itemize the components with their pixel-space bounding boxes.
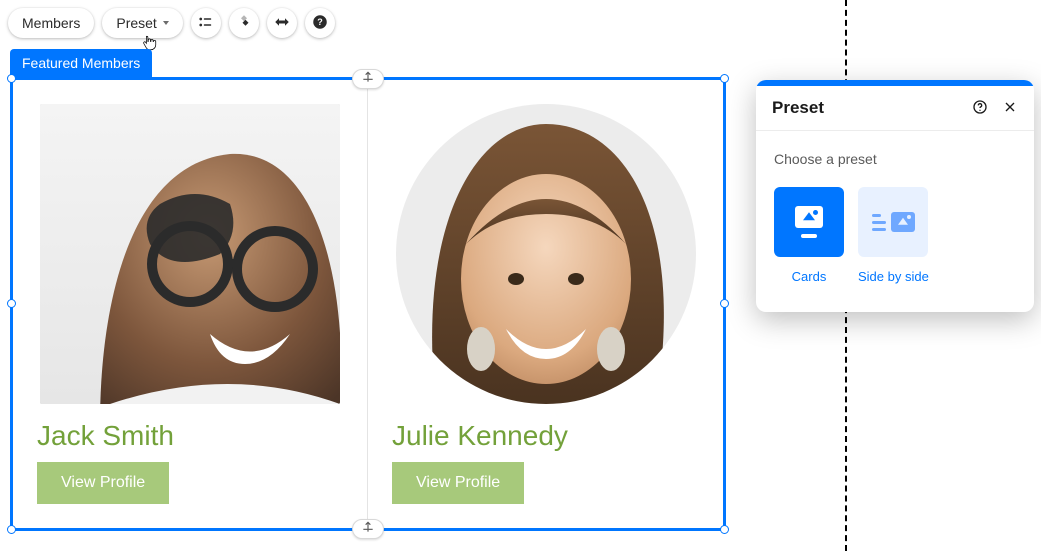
- panel-subtitle: Choose a preset: [774, 151, 1016, 167]
- preset-label: Side by side: [858, 269, 929, 284]
- avatar: [396, 104, 696, 404]
- view-profile-label: View Profile: [61, 474, 145, 491]
- animation-icon: [235, 13, 253, 34]
- preset-option-side-by-side[interactable]: Side by side: [858, 187, 929, 284]
- drag-handle-bottom[interactable]: [352, 519, 384, 539]
- element-tag-label: Featured Members: [22, 55, 140, 71]
- cards-row: Jack Smith View Profile: [13, 80, 723, 528]
- preset-button-label: Preset: [116, 15, 156, 31]
- text-line-icon: [801, 234, 817, 238]
- editor-toolbar: Members Preset ?: [8, 8, 335, 38]
- help-icon: [972, 99, 988, 118]
- stretch-button[interactable]: [267, 8, 297, 38]
- preset-tile: [858, 187, 928, 257]
- members-button[interactable]: Members: [8, 8, 94, 38]
- panel-close-button[interactable]: [1002, 99, 1018, 118]
- stretch-icon: [273, 13, 291, 34]
- help-button[interactable]: ?: [305, 8, 335, 38]
- member-card: Julie Kennedy View Profile: [368, 80, 723, 528]
- preset-button[interactable]: Preset: [102, 8, 182, 38]
- resize-handle[interactable]: [7, 525, 16, 534]
- list-icon: [197, 13, 215, 34]
- element-tag[interactable]: Featured Members: [10, 49, 152, 77]
- drag-icon: [361, 520, 375, 539]
- preset-panel: Preset Choose a preset Cards: [756, 80, 1034, 312]
- view-profile-button[interactable]: View Profile: [37, 462, 169, 504]
- resize-handle[interactable]: [7, 299, 16, 308]
- drag-handle-top[interactable]: [352, 69, 384, 89]
- side-by-side-icon: [872, 212, 915, 232]
- members-widget[interactable]: Jack Smith View Profile: [10, 77, 726, 531]
- panel-title: Preset: [772, 98, 972, 118]
- member-name: Julie Kennedy: [392, 420, 699, 452]
- panel-header: Preset: [756, 86, 1034, 131]
- resize-handle[interactable]: [720, 299, 729, 308]
- panel-help-button[interactable]: [972, 99, 988, 118]
- preset-label: Cards: [774, 269, 844, 284]
- animation-button[interactable]: [229, 8, 259, 38]
- panel-body: Choose a preset Cards Side by side: [756, 131, 1034, 312]
- member-card: Jack Smith View Profile: [13, 80, 368, 528]
- view-profile-button[interactable]: View Profile: [392, 462, 524, 504]
- chevron-down-icon: [163, 21, 169, 25]
- svg-text:?: ?: [317, 17, 323, 27]
- resize-handle[interactable]: [7, 74, 16, 83]
- avatar: [40, 104, 340, 404]
- resize-handle[interactable]: [720, 74, 729, 83]
- close-icon: [1002, 99, 1018, 118]
- members-button-label: Members: [22, 15, 80, 31]
- preset-option-cards[interactable]: Cards: [774, 187, 844, 284]
- drag-icon: [361, 70, 375, 89]
- preset-tile: [774, 187, 844, 257]
- view-profile-label: View Profile: [416, 474, 500, 491]
- manage-fields-button[interactable]: [191, 8, 221, 38]
- help-icon: ?: [311, 13, 329, 34]
- image-icon: [795, 206, 823, 228]
- preset-options: Cards Side by side: [774, 187, 1016, 284]
- resize-handle[interactable]: [720, 525, 729, 534]
- member-name: Jack Smith: [37, 420, 343, 452]
